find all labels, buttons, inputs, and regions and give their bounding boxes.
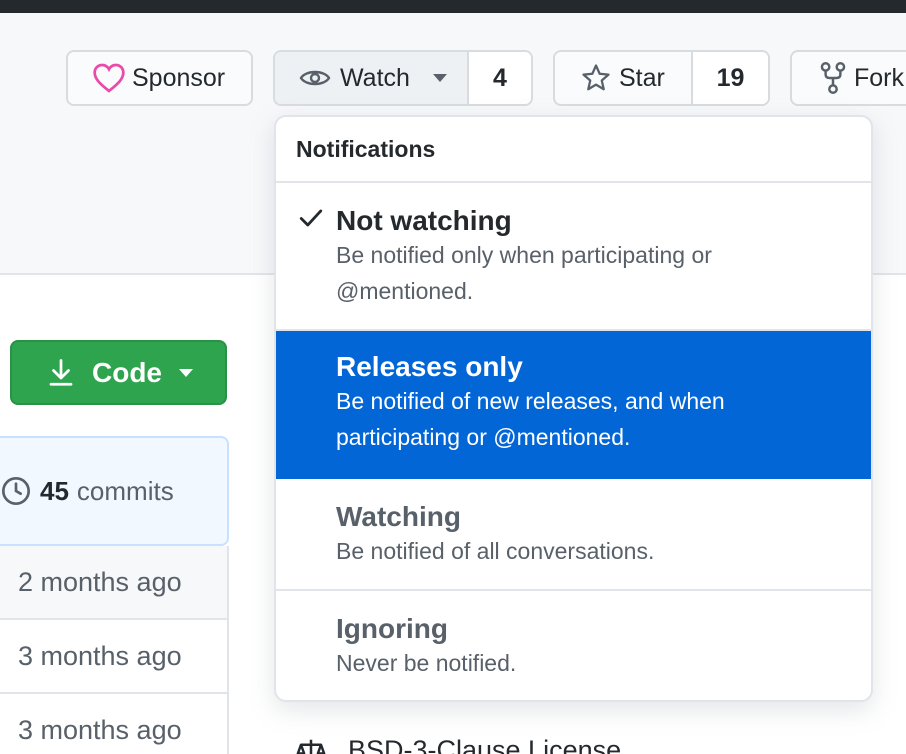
watch-label: Watch — [340, 63, 410, 92]
option-description: Never be notified. — [336, 650, 517, 676]
star-count[interactable]: 19 — [691, 52, 768, 104]
eye-icon — [299, 70, 331, 86]
file-row[interactable]: 2 months ago — [0, 546, 229, 620]
option-watching[interactable]: Watching Be notified of all conversation… — [276, 479, 871, 591]
option-description: Be notified of new releases, and when — [336, 388, 725, 414]
code-label: Code — [92, 356, 162, 388]
heart-icon — [93, 63, 125, 93]
license-label: BSD-3-Clause License — [348, 735, 622, 754]
star-label: Star — [619, 63, 665, 92]
option-ignoring[interactable]: Ignoring Never be notified. — [276, 591, 871, 700]
commits-count: 45 — [40, 475, 69, 506]
commits-link[interactable]: 45 commits — [0, 436, 229, 546]
star-button[interactable]: Star — [555, 52, 691, 104]
option-description: Be notified of all conversations. — [336, 538, 655, 564]
star-icon — [582, 64, 610, 91]
law-icon — [296, 739, 326, 754]
file-age: 2 months ago — [18, 566, 182, 597]
option-releases-only[interactable]: Releases only Be notified of new release… — [276, 331, 871, 479]
sponsor-label: Sponsor — [132, 63, 226, 92]
code-button[interactable]: Code — [10, 340, 227, 405]
fork-label: Fork — [854, 63, 904, 92]
star-button-group: Star 19 — [553, 50, 770, 106]
license-link[interactable]: BSD-3-Clause License — [296, 735, 621, 754]
watch-button-group: Watch 4 — [273, 50, 533, 106]
sponsor-button[interactable]: Sponsor — [66, 50, 253, 106]
file-age: 3 months ago — [18, 714, 182, 745]
fork-button[interactable]: Fork — [790, 50, 906, 106]
commits-label: commits — [76, 475, 174, 506]
watch-button[interactable]: Watch — [275, 52, 467, 104]
option-title: Ignoring — [336, 613, 448, 644]
top-nav-bar — [0, 0, 906, 13]
file-age: 3 months ago — [18, 640, 182, 671]
option-title: Watching — [336, 501, 461, 532]
option-title: Not watching — [336, 205, 512, 236]
dropdown-header: Notifications — [276, 117, 871, 183]
option-description: Be notified only when participating or — [336, 242, 712, 268]
notifications-dropdown: Notifications Not watching Be notified o… — [274, 115, 873, 702]
history-icon — [2, 477, 30, 505]
chevron-down-icon — [179, 368, 193, 377]
download-icon — [49, 358, 73, 386]
check-icon — [299, 209, 323, 227]
file-row[interactable]: 3 months ago — [0, 620, 229, 694]
option-description: participating or @mentioned. — [336, 424, 631, 450]
chevron-down-icon — [432, 74, 447, 82]
fork-icon — [820, 62, 846, 94]
option-title: Releases only — [336, 351, 523, 382]
option-not-watching[interactable]: Not watching Be notified only when parti… — [276, 183, 871, 331]
file-row[interactable]: 3 months ago — [0, 694, 229, 754]
watch-count[interactable]: 4 — [467, 52, 531, 104]
option-description: @mentioned. — [336, 278, 474, 304]
